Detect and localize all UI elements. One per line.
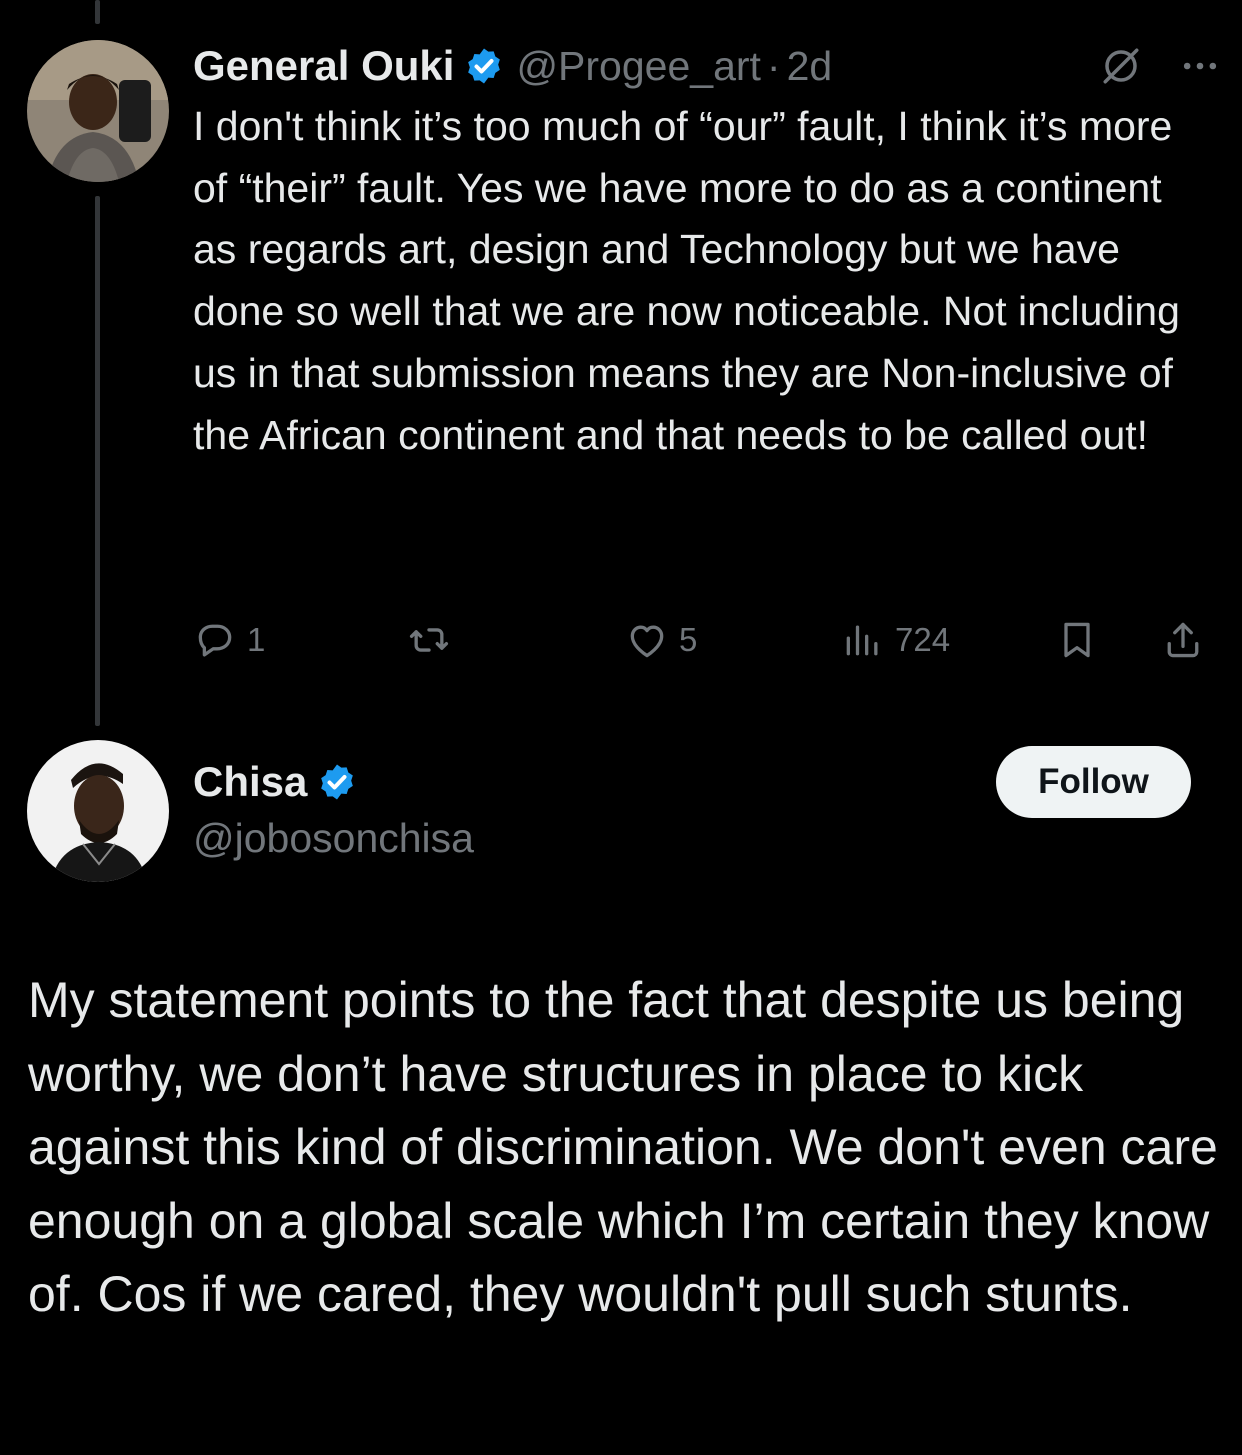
avatar[interactable] (27, 40, 169, 182)
post-text: My statement points to the fact that des… (28, 972, 1218, 1322)
heart-icon (630, 625, 664, 658)
separator-dot: · (766, 42, 781, 89)
handle[interactable]: @jobosonchisa (193, 815, 474, 862)
bookmark-button[interactable] (1055, 612, 1099, 668)
like-count: 5 (679, 621, 698, 658)
thread-line (95, 196, 100, 726)
author-header: Chisa (193, 752, 357, 812)
views-count: 724 (895, 621, 951, 658)
header-icons (1100, 44, 1222, 88)
handle[interactable]: @Progee_art (516, 43, 760, 90)
repost-icon (409, 628, 449, 652)
reply-count: 1 (247, 621, 266, 658)
views-button[interactable]: 724 (841, 612, 950, 668)
display-name[interactable]: Chisa (193, 758, 307, 806)
views-icon (846, 625, 878, 656)
display-name[interactable]: General Ouki (193, 42, 454, 90)
action-bar: 1 5 724 (193, 612, 1214, 668)
follow-button[interactable]: Follow (996, 746, 1191, 818)
share-button[interactable] (1161, 612, 1205, 668)
avatar[interactable] (27, 740, 169, 882)
more-icon[interactable] (1178, 44, 1222, 88)
share-icon (1167, 622, 1199, 658)
avatar-general-ouki (27, 40, 169, 182)
bookmark-icon (1064, 622, 1090, 658)
timestamp[interactable]: 2d (787, 43, 833, 90)
reply-header: General Ouki @Progee_art · 2d (193, 36, 1222, 96)
repost-button[interactable] (407, 612, 461, 668)
grok-icon[interactable] (1100, 45, 1142, 87)
avatar-chisa (27, 740, 169, 882)
reply-icon (198, 624, 232, 657)
verified-badge-icon[interactable] (317, 762, 357, 802)
like-button[interactable]: 5 (625, 612, 697, 668)
verified-badge-icon[interactable] (464, 46, 504, 86)
reply-text: I don't think it’s too much of “our” fau… (193, 103, 1180, 458)
thread-line-top (95, 0, 100, 24)
reply-button[interactable]: 1 (193, 612, 265, 668)
